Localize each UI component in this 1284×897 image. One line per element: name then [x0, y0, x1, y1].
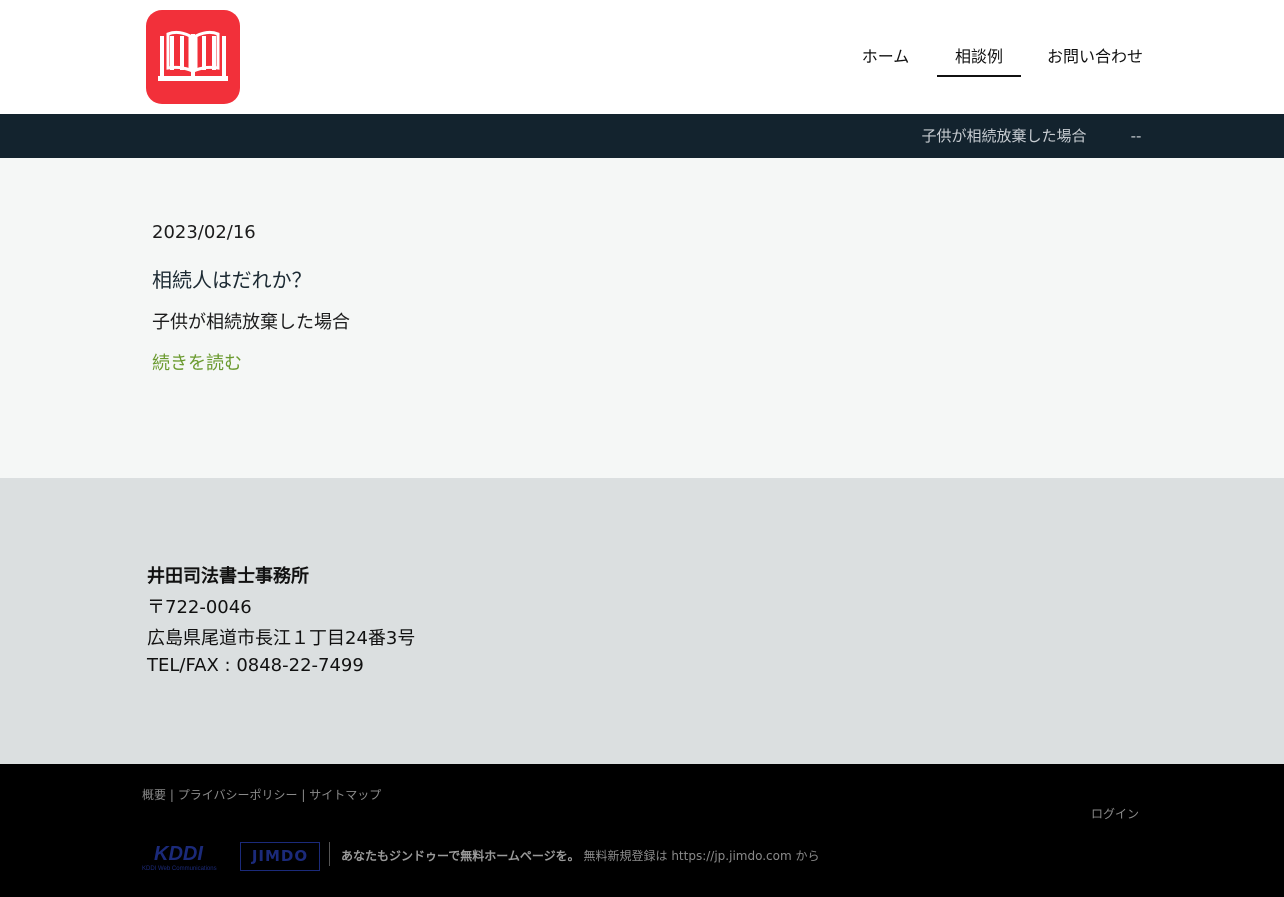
kddi-logo-subtext: KDDI Web Communications — [142, 866, 217, 872]
promo-signup-text[interactable]: 無料新規登録は https://jp.jimdo.com から — [584, 849, 820, 863]
promo-headline: あなたもジンドゥーで無料ホームページを。 — [341, 849, 580, 863]
site-header: ホーム 相談例 お問い合わせ — [0, 0, 1284, 114]
link-separator: | — [169, 788, 174, 802]
nav-contact[interactable]: お問い合わせ — [1035, 37, 1155, 77]
login-link[interactable]: ログイン — [1091, 805, 1139, 822]
subnav-item-inheritance-case[interactable]: 子供が相続放棄した場合 — [900, 114, 1108, 158]
office-postal-code: 〒722-0046 — [147, 597, 252, 618]
jimdo-bottom-bar: 概要 | プライバシーポリシー | サイトマップ ログイン KDDI KDDI … — [0, 764, 1284, 897]
office-address: 広島県尾道市長江１丁目24番3号 — [147, 628, 416, 649]
link-separator: | — [301, 788, 306, 802]
jimdo-logo-text: JIMDO — [251, 847, 309, 865]
blog-content: 2023/02/16 相続人はだれか？ 子供が相続放棄した場合 続きを読む — [0, 158, 1284, 478]
footer-link-privacy[interactable]: プライバシーポリシー — [178, 788, 298, 802]
jimdo-promo[interactable]: あなたもジンドゥーで無料ホームページを。 無料新規登録は https://jp.… — [341, 847, 819, 864]
site-logo[interactable] — [146, 10, 240, 104]
open-book-icon — [158, 30, 228, 81]
kddi-logo[interactable]: KDDI KDDI Web Communications — [142, 840, 228, 872]
footer-link-sitemap[interactable]: サイトマップ — [309, 788, 381, 802]
post-title[interactable]: 相続人はだれか？ — [152, 264, 312, 293]
office-footer: 井田司法書士事務所 〒722-0046 広島県尾道市長江１丁目24番3号 TEL… — [0, 478, 1284, 764]
footer-link-overview[interactable]: 概要 — [142, 788, 166, 802]
read-more-link[interactable]: 続きを読む — [152, 349, 242, 375]
subnav-item-placeholder[interactable]: -- — [1120, 114, 1152, 158]
logo-divider — [329, 842, 330, 866]
post-date: 2023/02/16 — [152, 222, 256, 243]
footer-links: 概要 | プライバシーポリシー | サイトマップ — [142, 786, 381, 803]
sub-navigation: 子供が相続放棄した場合 -- — [0, 114, 1284, 158]
post-excerpt: 子供が相続放棄した場合 — [152, 312, 350, 333]
office-name: 井田司法書士事務所 — [147, 566, 309, 587]
kddi-logo-text: KDDI — [154, 843, 203, 865]
jimdo-logo[interactable]: JIMDO — [240, 842, 320, 871]
nav-cases[interactable]: 相談例 — [937, 37, 1021, 77]
nav-home[interactable]: ホーム — [848, 37, 923, 77]
office-tel-fax: TEL/FAX : 0848-22-7499 — [147, 655, 364, 676]
